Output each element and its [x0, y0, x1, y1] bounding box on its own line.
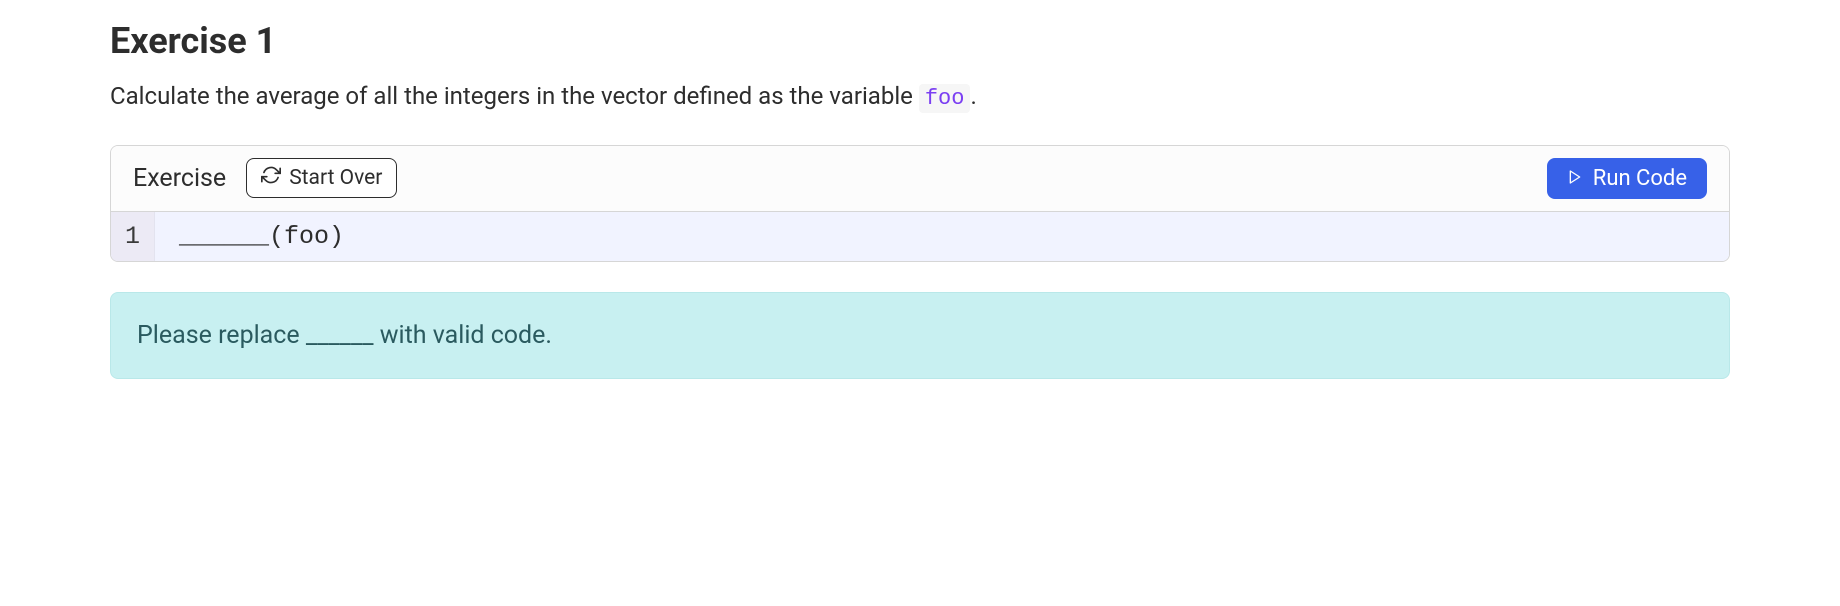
toolbar-label: Exercise [133, 164, 226, 193]
inline-code-token: foo [919, 84, 971, 113]
line-number: 1 [111, 222, 154, 251]
play-icon [1567, 166, 1583, 191]
code-editor[interactable]: 1 ______(foo) [111, 212, 1729, 261]
code-line[interactable]: ______(foo) [155, 212, 1729, 261]
refresh-icon [261, 165, 281, 191]
exercise-description: Calculate the average of all the integer… [110, 80, 1730, 115]
description-suffix: . [970, 82, 976, 110]
code-toolbar: Exercise Start Over Run Code [111, 146, 1729, 212]
message-panel: Please replace ______ with valid code. [110, 292, 1730, 379]
code-panel: Exercise Start Over Run Code 1 [110, 145, 1730, 262]
line-number-gutter: 1 [111, 212, 155, 261]
start-over-label: Start Over [289, 166, 382, 190]
description-prefix: Calculate the average of all the integer… [110, 82, 919, 110]
run-code-button[interactable]: Run Code [1547, 158, 1707, 199]
run-code-label: Run Code [1593, 166, 1687, 191]
message-text: Please replace ______ with valid code. [137, 321, 552, 350]
page-title: Exercise 1 [110, 20, 1730, 62]
start-over-button[interactable]: Start Over [246, 158, 397, 198]
